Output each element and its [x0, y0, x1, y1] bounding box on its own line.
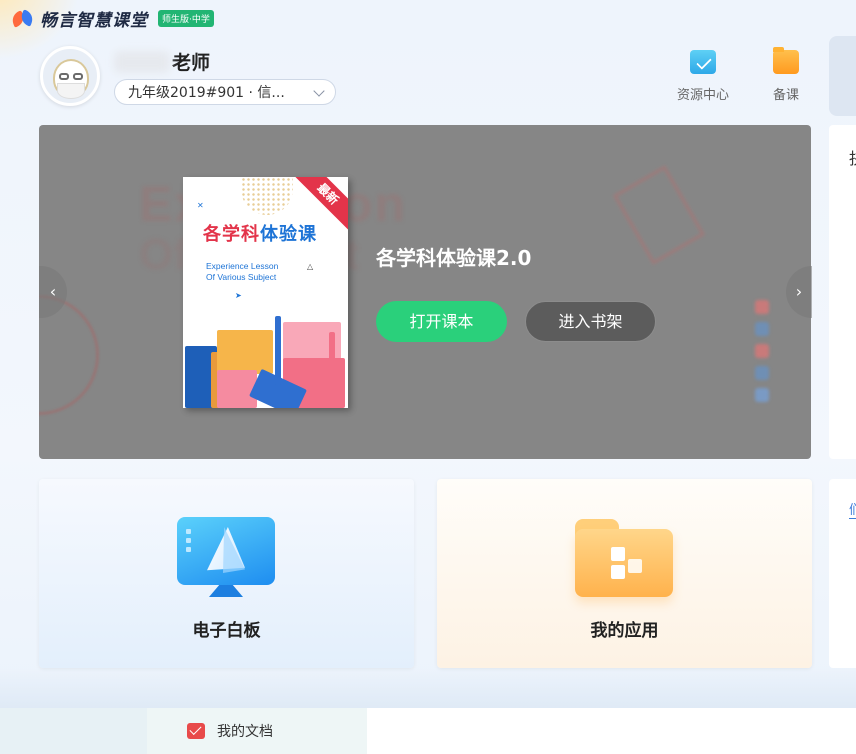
cross-mark-icon: ✕	[197, 201, 204, 210]
plane-icon: ➤	[235, 291, 242, 300]
my-apps-card[interactable]: 我的应用	[437, 479, 812, 668]
logo-bird-icon	[9, 8, 36, 29]
resource-center-icon	[690, 50, 716, 74]
right-side-panel[interactable]: 抉	[829, 125, 856, 459]
apps-folder-icon	[575, 519, 673, 597]
banner-decoration-dots	[755, 300, 771, 410]
footer-bar	[0, 708, 856, 754]
right-panel-title: 抉	[849, 145, 856, 169]
app-logo: 畅言智慧课堂 师生版·中学	[9, 6, 214, 31]
resource-center-button[interactable]: 资源中心	[670, 50, 736, 103]
triangle-icon: △	[307, 262, 314, 271]
top-bar: 畅言智慧课堂 师生版·中学	[0, 0, 856, 60]
document-icon	[187, 723, 205, 739]
right-side-panel-2[interactable]: 们	[829, 479, 856, 668]
chevron-left-icon: ‹	[49, 282, 57, 301]
whiteboard-icon	[177, 517, 275, 599]
enter-bookshelf-button[interactable]: 进入书架	[525, 301, 656, 342]
background-wave	[0, 668, 856, 708]
right-panel-link[interactable]: 们	[849, 499, 856, 519]
folder-icon	[773, 47, 799, 74]
my-documents-tab[interactable]: 我的文档	[147, 708, 367, 754]
chevron-down-icon	[313, 85, 325, 97]
resource-center-label: 资源中心	[676, 88, 729, 103]
class-select[interactable]: 九年级2019#901 · 信...	[114, 79, 336, 105]
book-cover-title: 各学科体验课	[203, 224, 317, 245]
book-cover-subtitle: Experience Lesson Of Various Subject	[206, 261, 279, 282]
teacher-name: 老师	[114, 48, 210, 75]
my-apps-label: 我的应用	[590, 621, 659, 641]
my-documents-label: 我的文档	[217, 724, 273, 740]
whiteboard-card[interactable]: 电子白板	[39, 479, 414, 668]
banner-title: 各学科体验课2.0	[376, 246, 532, 270]
banner-decoration-pencil	[613, 165, 705, 265]
logo-text: 畅言智慧课堂	[40, 11, 148, 31]
side-tab[interactable]	[829, 36, 856, 116]
lesson-prep-label: 备课	[772, 88, 799, 103]
teacher-title: 老师	[172, 52, 211, 74]
book-cover[interactable]: 最新 各学科体验课 Experience Lesson Of Various S…	[183, 177, 348, 408]
chevron-right-icon: ›	[795, 282, 803, 301]
open-textbook-button[interactable]: 打开课本	[376, 301, 507, 342]
class-select-value: 九年级2019#901 · 信...	[128, 85, 285, 101]
book-stack-illustration	[183, 312, 348, 408]
edition-badge: 师生版·中学	[158, 10, 214, 27]
lesson-prep-button[interactable]: 备课	[766, 47, 806, 103]
name-redacted	[114, 50, 170, 73]
avatar[interactable]	[40, 46, 100, 106]
featured-banner: Ex Lesson Of Subject 最新 各学科体验课 Experienc…	[39, 125, 811, 459]
whiteboard-label: 电子白板	[192, 621, 261, 641]
